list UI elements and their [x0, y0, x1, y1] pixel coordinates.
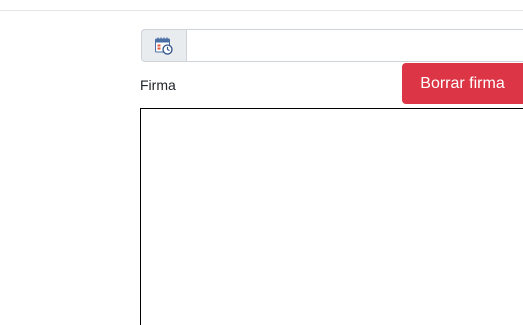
calendar-addon[interactable] — [141, 29, 186, 62]
signature-pad[interactable] — [140, 108, 523, 325]
clear-signature-button[interactable]: Borrar firma — [402, 63, 523, 104]
signature-label: Firma — [140, 77, 176, 93]
datetime-input-group — [141, 29, 523, 62]
form-page: Firma Borrar firma — [0, 0, 523, 325]
top-divider — [0, 10, 523, 11]
calendar-clock-icon — [155, 37, 173, 55]
datetime-input[interactable] — [186, 29, 523, 62]
